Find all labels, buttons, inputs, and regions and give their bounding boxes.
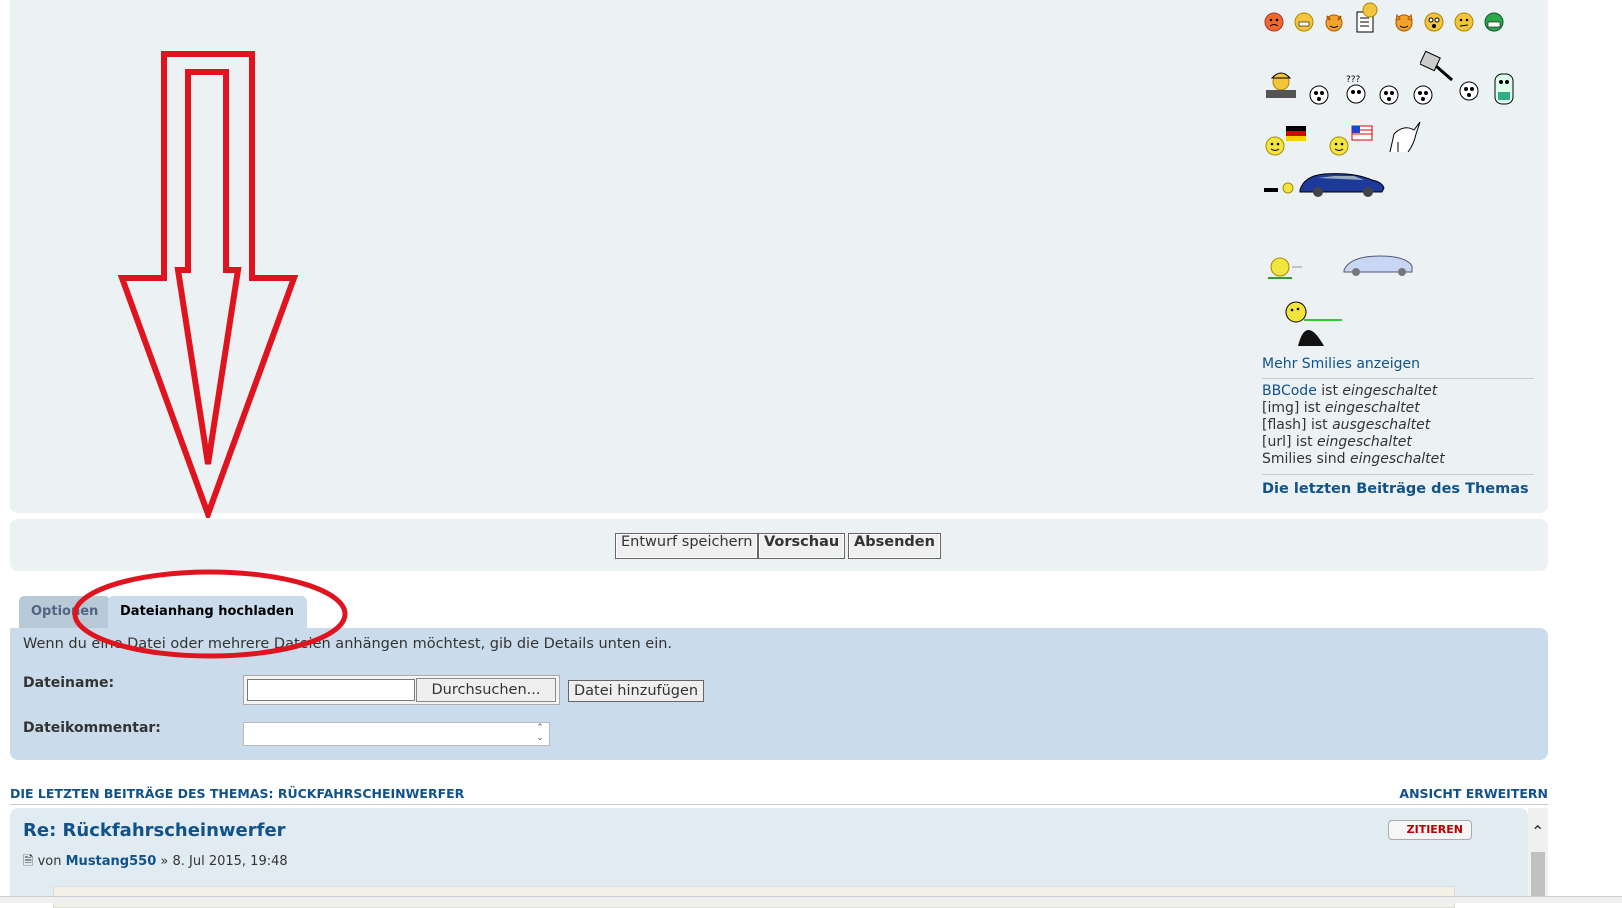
post-date: » 8. Jul 2015, 19:48 <box>160 854 288 869</box>
img-state: eingeschaltet <box>1324 400 1420 416</box>
flash-label: [flash] ist <box>1262 417 1333 433</box>
dizzy-face-icon[interactable] <box>1458 80 1480 102</box>
submit-button[interactable]: Absenden <box>848 533 941 559</box>
green-grin-icon[interactable] <box>1484 12 1504 32</box>
url-label: [url] ist <box>1262 434 1318 450</box>
quote-label: ZITIEREN <box>1406 823 1463 836</box>
divider <box>1262 378 1534 379</box>
shocked-face-icon[interactable] <box>1412 84 1434 106</box>
editor-sidebar: Mehr Smilies anzeigen BBCode ist eingesc… <box>1262 356 1534 497</box>
hardhat-smiley-icon[interactable] <box>1264 68 1298 102</box>
smilies-state: eingeschaltet <box>1349 451 1445 467</box>
cat-smiley-icon[interactable] <box>1394 12 1414 32</box>
devil-smiley-icon[interactable] <box>1324 12 1344 32</box>
topic-review-title: DIE LETZTEN BEITRÄGE DES THEMAS: RÜCKFAH… <box>10 786 465 801</box>
red-arrow-annotation <box>117 51 299 518</box>
latest-posts-link[interactable]: Die letzten Beiträge des Themas <box>1262 481 1534 497</box>
grin-smiley-icon[interactable] <box>1294 12 1314 32</box>
post-title-link[interactable]: Re: Rückfahrscheinwerfer <box>23 820 286 841</box>
file-comment-textarea[interactable]: ⌃ ⌄ <box>243 722 550 746</box>
unicorn-smiley-icon[interactable] <box>1384 118 1424 158</box>
flash-state: ausgeschaltet <box>1332 417 1431 433</box>
germany-flag-smiley-icon[interactable] <box>1264 124 1310 158</box>
submit-button-bar: Entwurf speichern Vorschau Absenden <box>10 519 1548 571</box>
reading-smiley-icon[interactable] <box>1354 2 1380 34</box>
car-smiley-icon[interactable] <box>1264 166 1388 200</box>
limo-icon[interactable] <box>1340 250 1416 280</box>
filename-label: Dateiname: <box>23 675 115 691</box>
file-path-field[interactable] <box>247 679 415 701</box>
divider <box>10 804 1548 805</box>
file-comment-label: Dateikommentar: <box>23 720 161 736</box>
post-meta: 🗎 von Mustang550 » 8. Jul 2015, 19:48 <box>23 852 288 874</box>
smilies-label: Smilies sind <box>1262 451 1350 467</box>
expand-view-link[interactable]: ANSICHT ERWEITERN <box>1399 786 1548 801</box>
running-smiley-icon[interactable] <box>1264 256 1304 280</box>
more-smilies-link[interactable]: Mehr Smilies anzeigen <box>1262 356 1420 372</box>
spinner-arrows-icon[interactable]: ⌃ ⌄ <box>533 723 547 743</box>
ghost-face-icon[interactable] <box>1308 84 1330 106</box>
surprised-face-icon[interactable] <box>1378 84 1400 106</box>
bbcode-link[interactable]: BBCode <box>1262 383 1317 399</box>
post-author-link[interactable]: Mustang550 <box>66 854 157 869</box>
svg-text:???: ??? <box>1346 75 1361 85</box>
angry-smiley-icon[interactable] <box>1264 12 1284 32</box>
url-status: [url] ist eingeschaltet <box>1262 434 1534 451</box>
scroll-thumb[interactable] <box>1531 852 1545 902</box>
smilies-status: Smilies sind eingeschaltet <box>1262 451 1534 468</box>
flash-status: [flash] ist ausgeschaltet <box>1262 417 1534 434</box>
add-file-button[interactable]: Datei hinzufügen <box>568 680 705 702</box>
preview-button[interactable]: Vorschau <box>758 533 846 559</box>
post-by-text: von <box>37 854 62 869</box>
img-status: [img] ist eingeschaltet <box>1262 400 1534 417</box>
neutral-smiley-icon[interactable] <box>1454 12 1474 32</box>
usa-flag-smiley-icon[interactable] <box>1328 124 1374 158</box>
quote-button[interactable]: ZITIEREN <box>1387 820 1472 840</box>
bbcode-status: BBCode ist eingeschaltet <box>1262 383 1534 400</box>
review-post: Re: Rückfahrscheinwerfer 🗎 von Mustang55… <box>10 808 1528 908</box>
bbcode-mid-text: ist <box>1316 383 1343 399</box>
url-state: eingeschaltet <box>1317 434 1412 450</box>
browse-button[interactable]: Durchsuchen... <box>416 678 556 702</box>
red-ellipse-annotation <box>72 569 348 659</box>
img-label: [img] ist <box>1262 400 1325 416</box>
save-draft-button[interactable]: Entwurf speichern <box>615 533 759 559</box>
review-scrollbar[interactable]: ⌃ <box>1528 808 1548 902</box>
post-file-icon: 🗎 <box>23 854 34 869</box>
hammer-sign-icon[interactable] <box>1420 50 1460 84</box>
file-input: Durchsuchen... <box>243 675 560 705</box>
mole-smiley-icon[interactable] <box>1284 300 1344 352</box>
scroll-up-icon[interactable]: ⌃ <box>1531 822 1544 841</box>
question-face-icon[interactable]: ??? <box>1344 74 1368 106</box>
divider <box>1262 474 1534 475</box>
smilies-box: ??? <box>1258 0 1538 360</box>
confused-smiley-icon[interactable] <box>1424 12 1444 32</box>
zombie-face-icon[interactable] <box>1492 72 1516 106</box>
bbcode-state: eingeschaltet <box>1342 383 1438 399</box>
